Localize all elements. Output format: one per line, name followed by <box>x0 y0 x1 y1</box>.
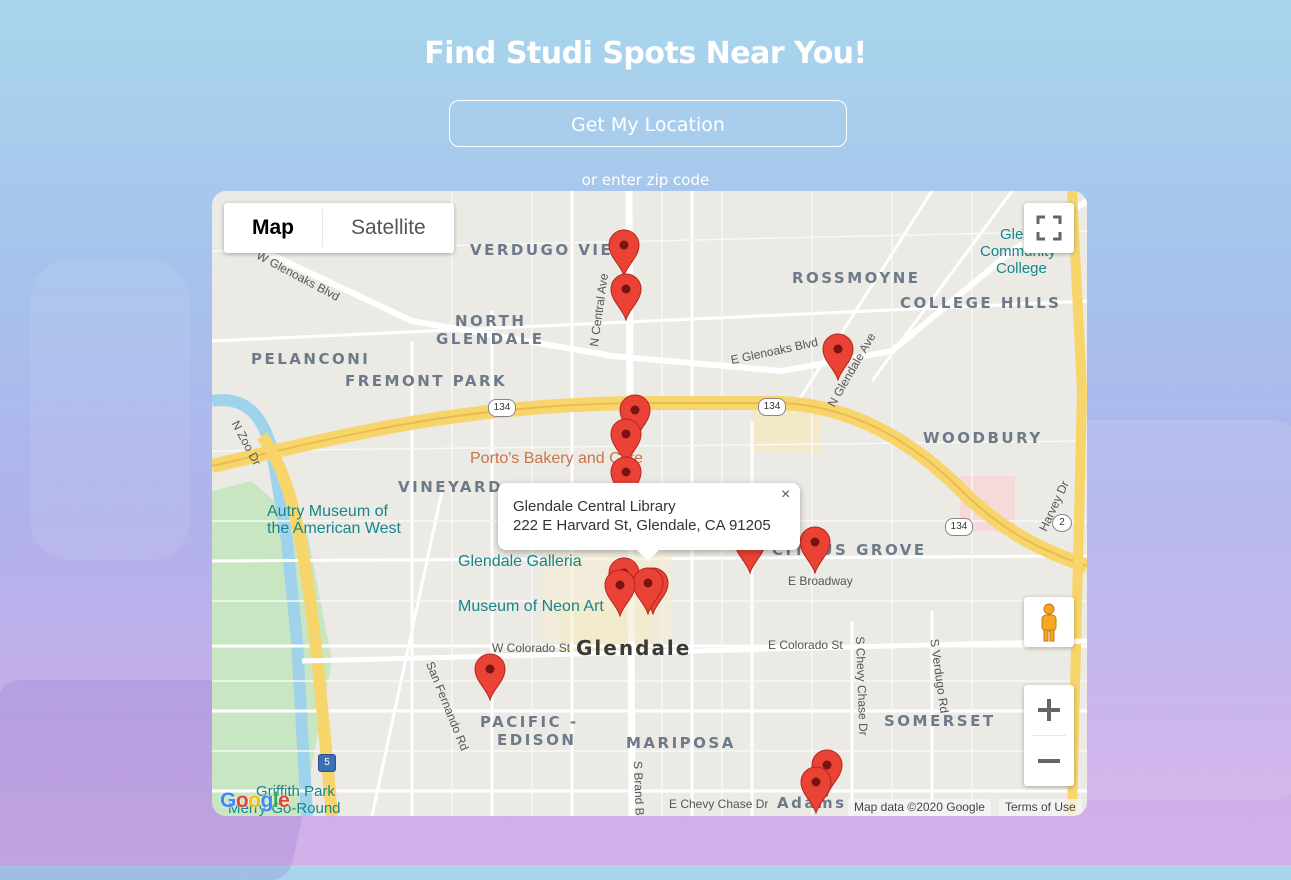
neighborhood-label: GLENDALE <box>436 330 545 348</box>
map-type-control: Map Satellite <box>224 203 454 253</box>
fullscreen-icon <box>1036 215 1062 241</box>
neighborhood-label: PELANCONI <box>251 350 371 368</box>
poi-label[interactable]: the American West <box>267 520 401 538</box>
info-window-tail <box>636 549 660 561</box>
map-marker-icon[interactable] <box>822 333 854 381</box>
street-label: S Brand Blvd <box>630 760 648 816</box>
neighborhood-label: WOODBURY <box>923 429 1043 447</box>
map-container[interactable]: VERDUGO VIEJO ROSSMOYNE COLLEGE HILLS NO… <box>212 191 1087 816</box>
poi-label[interactable]: College <box>996 260 1047 277</box>
neighborhood-label: EDISON <box>497 731 577 749</box>
highway-shield: 134 <box>488 399 516 417</box>
fullscreen-button[interactable] <box>1024 203 1074 253</box>
pegman-icon <box>1041 603 1057 642</box>
neighborhood-label: MARIPOSA <box>626 734 736 752</box>
neighborhood-label: PACIFIC - <box>480 713 579 731</box>
poi-label[interactable]: Museum of Neon Art <box>458 598 604 616</box>
get-location-button[interactable]: Get My Location <box>449 100 847 147</box>
city-label: Glendale <box>576 636 692 660</box>
neighborhood-label: COLLEGE HILLS <box>900 294 1062 312</box>
neighborhood-label: SOMERSET <box>884 712 996 730</box>
info-window-address: 222 E Harvard St, Glendale, CA 91205 <box>513 517 771 534</box>
zoom-in-button[interactable] <box>1024 685 1074 735</box>
highway-shield: 2 <box>1052 514 1072 532</box>
map-data-attribution: Map data ©2020 Google <box>848 799 991 816</box>
map-marker-icon[interactable] <box>800 766 832 814</box>
zoom-control <box>1024 685 1074 786</box>
highway-shield: 134 <box>758 398 786 416</box>
map-marker-icon[interactable] <box>474 653 506 701</box>
street-label: E Chevy Chase Dr <box>669 797 769 811</box>
map-marker-icon[interactable] <box>610 273 642 321</box>
background-shape <box>30 260 190 560</box>
map-marker-icon[interactable] <box>604 569 636 617</box>
neighborhood-label: ROSSMOYNE <box>792 269 921 287</box>
zip-code-prompt[interactable]: or enter zip code <box>0 171 1291 189</box>
street-label: E Broadway <box>788 574 853 588</box>
google-logo: Google <box>220 789 290 812</box>
highway-shield: 5 <box>318 754 336 772</box>
poi-label[interactable]: Glendale Galleria <box>458 553 582 571</box>
street-view-pegman-button[interactable] <box>1024 597 1074 647</box>
neighborhood-label: FREMONT PARK <box>345 372 508 390</box>
zoom-in-icon <box>1038 699 1060 721</box>
street-label: E Colorado St <box>768 638 843 652</box>
zoom-out-icon <box>1038 759 1060 763</box>
info-window-name: Glendale Central Library <box>513 498 676 515</box>
neighborhood-label: NORTH <box>455 312 527 330</box>
map-marker-icon[interactable] <box>608 229 640 277</box>
poi-label[interactable]: Autry Museum of <box>267 503 388 521</box>
info-window: Glendale Central Library 222 E Harvard S… <box>498 483 800 561</box>
map-type-map-button[interactable]: Map <box>224 203 322 253</box>
map-type-satellite-button[interactable]: Satellite <box>323 203 454 253</box>
neighborhood-label: VINEYARD <box>398 478 504 496</box>
map-marker-icon[interactable] <box>799 526 831 574</box>
zoom-out-button[interactable] <box>1024 736 1074 786</box>
terms-of-use-link[interactable]: Terms of Use <box>999 799 1082 816</box>
page-title: Find Studi Spots Near You! <box>424 36 867 71</box>
map-marker-icon[interactable] <box>632 567 664 615</box>
highway-shield: 134 <box>945 518 973 536</box>
close-icon[interactable]: × <box>781 486 790 504</box>
